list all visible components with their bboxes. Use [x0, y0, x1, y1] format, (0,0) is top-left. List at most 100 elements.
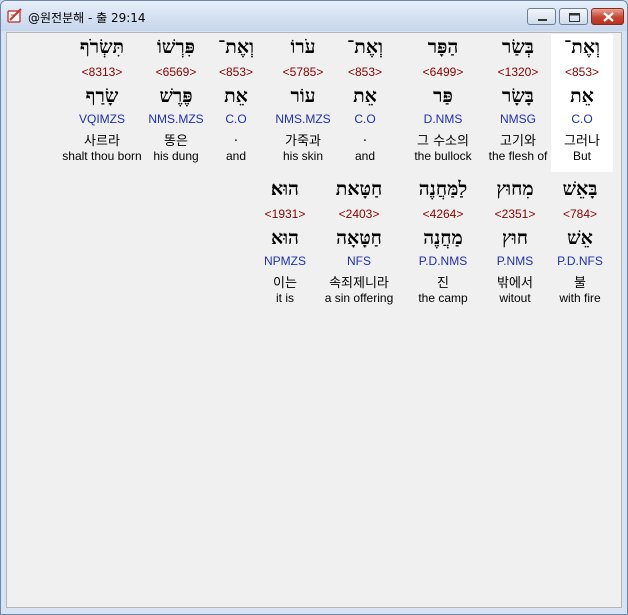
word-cell[interactable]: בָּאֵשׁ <784> אֵשׁ P.D.NFS 불 with fire: [550, 176, 610, 314]
english-gloss: the flesh of: [488, 149, 548, 163]
hebrew-lemma: פֶּרֶשׁ: [159, 85, 193, 107]
hebrew-word: לַמַּחֲנֶה: [418, 178, 468, 200]
app-window: @원전분해 - 출 29:14 וְאֶת־ <853> אֵת C.O 그러나 But ב…: [0, 0, 628, 615]
word-cell[interactable]: וְאֶת־ <853> אֵת C.O 그러나 But: [551, 34, 613, 172]
strong-number: <8313>: [81, 65, 123, 79]
english-gloss: shalt thou born: [62, 149, 142, 163]
hebrew-lemma: אֵת: [224, 85, 248, 107]
english-gloss: his skin: [282, 149, 323, 163]
english-gloss: with fire: [559, 291, 601, 305]
morphology-code: NPMZS: [264, 254, 306, 268]
hebrew-word: תִּשְׂרֹף: [79, 36, 125, 58]
minimize-icon: [538, 19, 547, 21]
strong-number: <2403>: [338, 207, 380, 221]
title-bar[interactable]: @원전분해 - 출 29:14: [1, 1, 627, 31]
word-cell[interactable]: וְאֶת־ <853> אֵת C.O. and: [340, 34, 390, 172]
hebrew-lemma: חַטָּאָה: [336, 227, 382, 249]
korean-gloss: 불: [574, 276, 586, 291]
strong-number: <853>: [347, 65, 383, 79]
korean-gloss: 이는: [273, 276, 297, 291]
hebrew-lemma: אֵת: [570, 85, 594, 107]
word-cell[interactable]: פִּרְשׁוֹ <6569> פֶּרֶשׁ NMS.MZS 똥은 his dung: [143, 34, 209, 172]
maximize-button[interactable]: [559, 8, 588, 25]
morphology-code: C.O: [225, 112, 247, 126]
hebrew-word: וְאֶת־: [347, 36, 383, 58]
hebrew-lemma: מַחֲנֶה: [423, 227, 463, 249]
english-gloss: his dung: [153, 149, 199, 163]
english-gloss: it is: [276, 291, 294, 305]
hebrew-word: פִּרְשׁוֹ: [157, 36, 195, 58]
strong-number: <784>: [562, 207, 598, 221]
word-cell[interactable]: לַמַּחֲנֶה <4264> מַחֲנֶה P.D.NMS 진 the camp: [404, 176, 482, 314]
korean-gloss: 진: [437, 276, 449, 291]
close-button[interactable]: [591, 8, 624, 25]
korean-gloss: 가죽과: [285, 134, 321, 149]
morphology-code: C.O: [354, 112, 376, 126]
strong-number: <853>: [564, 65, 600, 79]
hebrew-lemma: בָּשָׂר: [502, 85, 534, 107]
korean-gloss: 속죄제니라: [329, 276, 389, 291]
book-quill-icon: [7, 8, 22, 23]
english-gloss: the camp: [418, 291, 468, 305]
hebrew-lemma: שָׂרַף: [85, 85, 119, 107]
korean-gloss: 사르라: [84, 134, 120, 149]
hebrew-word: הַפָּר: [427, 36, 459, 58]
strong-number: <1931>: [264, 207, 306, 221]
close-icon: [603, 12, 614, 22]
english-gloss: a sin offering: [324, 291, 394, 305]
strong-number: <4264>: [422, 207, 464, 221]
korean-gloss: 그 수소의: [417, 134, 469, 149]
word-cell[interactable]: וְאֶת־ <853> אֵת C.O. and: [211, 34, 261, 172]
morphology-code: NMS.MZS: [148, 112, 204, 126]
hebrew-word: מִחוּץ: [496, 178, 534, 200]
hebrew-word: וְאֶת־: [218, 36, 254, 58]
english-gloss: and: [225, 149, 247, 163]
hebrew-lemma: פַּר: [433, 85, 453, 107]
word-cell[interactable]: הַפָּר <6499> פַּר D.NMS 그 수소의 the bullock: [402, 34, 484, 172]
hebrew-lemma: עוֹר: [290, 85, 316, 107]
morphology-code: D.NMS: [423, 112, 463, 126]
morphology-code: P.D.NFS: [557, 254, 603, 268]
hebrew-word: בְּשַׂר: [502, 36, 534, 58]
morphology-code: NFS: [347, 254, 371, 268]
word-cell[interactable]: מִחוּץ <2351> חוּץ P.NMS 밖에서 witout: [483, 176, 547, 314]
hebrew-lemma: אֵשׁ: [567, 227, 593, 249]
english-gloss: and: [354, 149, 376, 163]
strong-number: <5785>: [282, 65, 324, 79]
interlinear-panel[interactable]: וְאֶת־ <853> אֵת C.O 그러나 But בְּשַׂר <1320> בָּש…: [6, 32, 622, 608]
morphology-code: P.NMS: [496, 254, 534, 268]
maximize-icon: [569, 13, 580, 22]
korean-gloss: 밖에서: [497, 276, 533, 291]
english-gloss: the bullock: [414, 149, 472, 163]
word-cell[interactable]: עֹרוֹ <5785> עוֹר NMS.MZS 가죽과 his skin: [269, 34, 337, 172]
hebrew-word: בָּאֵשׁ: [562, 178, 598, 200]
strong-number: <6569>: [155, 65, 197, 79]
word-cell[interactable]: בְּשַׂר <1320> בָּשָׂר NMSG 고기와 the flesh of: [480, 34, 556, 172]
morphology-code: VQIMZS: [78, 112, 125, 126]
english-gloss: witout: [499, 291, 531, 305]
strong-number: <853>: [218, 65, 254, 79]
hebrew-word: וְאֶת־: [564, 36, 600, 58]
morphology-code: P.D.NMS: [418, 254, 468, 268]
morphology-code: NMSG: [500, 112, 536, 126]
minimize-button[interactable]: [527, 8, 556, 25]
korean-gloss: 그러나: [564, 134, 600, 149]
korean-gloss: .: [233, 130, 239, 145]
hebrew-lemma: חוּץ: [501, 227, 528, 249]
strong-number: <6499>: [422, 65, 464, 79]
word-cell[interactable]: תִּשְׂרֹף <8313> שָׂרַף VQIMZS 사르라 shalt thou…: [52, 34, 152, 172]
hebrew-word: הוּא׃: [271, 178, 299, 200]
hebrew-word: חַטָּאת: [335, 178, 383, 200]
english-gloss: But: [572, 149, 591, 163]
morphology-code: NMS.MZS: [275, 112, 331, 126]
hebrew-word: עֹרוֹ: [290, 36, 316, 58]
strong-number: <1320>: [497, 65, 539, 79]
hebrew-lemma: אֵת: [353, 85, 377, 107]
window-title: @원전분해 - 출 29:14: [28, 11, 146, 25]
word-cell[interactable]: הוּא׃ <1931> הוּא NPMZS 이는 it is: [252, 176, 318, 314]
word-cell[interactable]: חַטָּאת <2403> חַטָּאָה NFS 속죄제니라 a sin offer…: [314, 176, 404, 314]
hebrew-lemma: הוּא: [271, 227, 299, 249]
korean-gloss: .: [362, 130, 368, 145]
morphology-code: C.O: [571, 112, 593, 126]
strong-number: <2351>: [494, 207, 536, 221]
